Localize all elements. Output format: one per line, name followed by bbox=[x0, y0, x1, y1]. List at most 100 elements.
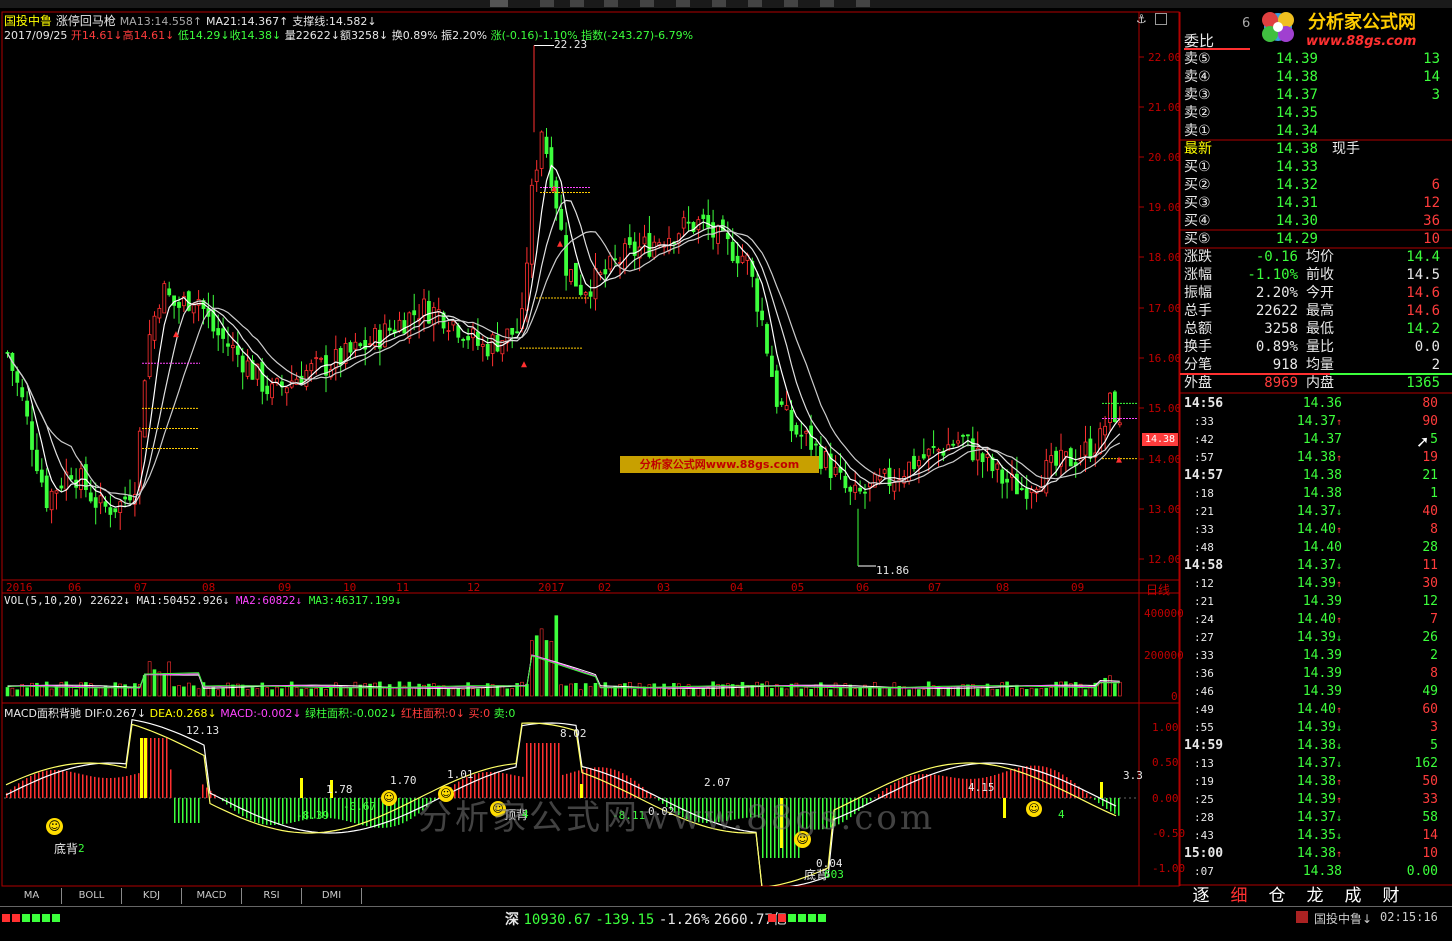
detail-tab-5[interactable]: 财 bbox=[1374, 886, 1408, 906]
candle-body bbox=[544, 136, 549, 154]
time-tick-label: 07 bbox=[134, 581, 148, 594]
macd-label-14: 2 bbox=[78, 842, 85, 855]
candle-body bbox=[284, 387, 289, 394]
time-tick-label: 06 bbox=[68, 581, 82, 594]
volume-ma-line bbox=[7, 654, 1120, 689]
volume-bar bbox=[1005, 681, 1009, 697]
volume-bar bbox=[206, 687, 211, 697]
indicator-tab-ma[interactable]: MA bbox=[2, 888, 62, 904]
status-stock[interactable]: 国投中鲁↓ bbox=[1314, 910, 1372, 927]
volume-bar bbox=[451, 688, 456, 697]
macd-highlight-bar bbox=[144, 738, 147, 798]
moving-average-line bbox=[6, 199, 1121, 505]
candle-body bbox=[495, 335, 500, 352]
candle-body bbox=[319, 357, 324, 360]
candle-body bbox=[260, 361, 265, 392]
time-tick-label: 02 bbox=[598, 581, 612, 594]
volume-bar bbox=[882, 687, 887, 697]
volume-bar bbox=[260, 682, 265, 697]
price-tick-label: 16.00 bbox=[1148, 352, 1182, 365]
volume-bar bbox=[314, 687, 319, 697]
volume-bar bbox=[711, 681, 715, 697]
time-tick-label: 03 bbox=[657, 581, 671, 594]
volume-bar bbox=[226, 682, 230, 697]
macd-dea: DEA:0.268↓ bbox=[149, 707, 217, 720]
candle-body bbox=[226, 343, 230, 347]
vol-header: VOL(5,10,20) 22622↓ MA1:50452.926↓ MA2:6… bbox=[4, 594, 401, 607]
candle-body bbox=[431, 307, 436, 326]
macd-bar bbox=[10, 789, 12, 798]
detail-tab-4[interactable]: 成 bbox=[1336, 886, 1370, 906]
market-index[interactable]: 深 10930.67 -139.15 -1.26% 2660.77亿 bbox=[505, 909, 787, 929]
detail-tab-1[interactable]: 细 bbox=[1222, 886, 1256, 906]
volume-bar bbox=[98, 687, 103, 697]
candle-body bbox=[823, 451, 828, 468]
volume-bar bbox=[662, 683, 666, 697]
detail-tab-2[interactable]: 仓 bbox=[1260, 886, 1294, 906]
candle-body bbox=[309, 363, 314, 372]
candle-body bbox=[784, 405, 789, 411]
volume-bar bbox=[466, 682, 470, 697]
volume-bar bbox=[1039, 688, 1044, 697]
volume-bar bbox=[755, 681, 760, 697]
macd-bar bbox=[42, 771, 44, 798]
volume-tick-label: 400000 bbox=[1144, 607, 1184, 620]
macd-bar bbox=[182, 798, 184, 823]
candle-body bbox=[422, 298, 426, 317]
macd-bar bbox=[34, 774, 36, 798]
period-label[interactable]: 日线 bbox=[1146, 581, 1170, 598]
candle-body bbox=[966, 434, 970, 437]
indicator-tab-kdj[interactable]: KDJ bbox=[122, 888, 182, 904]
candle-body bbox=[681, 217, 686, 229]
stock-name[interactable]: 国投中鲁 bbox=[4, 14, 52, 28]
macd-label-2: 8.02 bbox=[560, 727, 587, 740]
candle-body bbox=[583, 292, 588, 296]
macd-bar bbox=[954, 777, 956, 798]
macd-bar bbox=[1026, 766, 1028, 798]
volume-bar bbox=[221, 688, 225, 697]
macd-bar bbox=[186, 798, 188, 823]
anchor-icon[interactable]: ⚓ bbox=[1136, 12, 1147, 26]
volume-bar bbox=[912, 687, 916, 697]
time-tick-label: 11 bbox=[396, 581, 410, 594]
volume-bar bbox=[863, 684, 867, 697]
candle-body bbox=[1117, 422, 1122, 426]
bar-amplitude: 振2.20% bbox=[441, 29, 488, 42]
volume-bar bbox=[1108, 675, 1112, 697]
candle-body bbox=[951, 443, 956, 446]
candle-body bbox=[230, 344, 235, 349]
macd-highlight-bar bbox=[140, 738, 143, 798]
maximize-icon[interactable] bbox=[1155, 13, 1167, 25]
volume-bar bbox=[593, 682, 598, 697]
alert-icon[interactable] bbox=[1296, 911, 1308, 923]
candle-body bbox=[44, 475, 49, 509]
moving-average-line bbox=[6, 230, 1121, 498]
macd-bar bbox=[378, 798, 380, 828]
macd-bar bbox=[290, 798, 292, 823]
candle-body bbox=[534, 169, 539, 182]
indicator-tab-macd[interactable]: MACD bbox=[182, 888, 242, 904]
macd-bar bbox=[1070, 780, 1072, 798]
indicator-tab-dmi[interactable]: DMI bbox=[302, 888, 362, 904]
indicator-name[interactable]: 涨停回马枪 bbox=[56, 14, 116, 28]
macd-bar bbox=[82, 774, 84, 798]
time-tick-label: 2017 bbox=[538, 581, 565, 594]
detail-tab-0[interactable]: 逐 bbox=[1184, 886, 1218, 906]
volume-bar bbox=[917, 689, 921, 697]
volume-bar bbox=[1049, 687, 1053, 697]
candle-body bbox=[245, 360, 250, 377]
volume-bar bbox=[187, 682, 191, 697]
indicator-tab-boll[interactable]: BOLL bbox=[62, 888, 122, 904]
indicator-tab-rsi[interactable]: RSI bbox=[242, 888, 302, 904]
macd-bar bbox=[62, 770, 64, 798]
candle-body bbox=[1024, 488, 1029, 499]
candle-body bbox=[931, 445, 936, 448]
candlestick-chart[interactable] bbox=[0, 0, 1140, 886]
detail-tab-3[interactable]: 龙 bbox=[1298, 886, 1332, 906]
volume-bar bbox=[1024, 689, 1029, 697]
macd-header: MACD面积背驰 DIF:0.267↓ DEA:0.268↓ MACD:-0.0… bbox=[4, 705, 515, 721]
macd-bar bbox=[1010, 769, 1012, 798]
macd-bar bbox=[54, 769, 56, 798]
bar-amount: 额3258↓ bbox=[340, 29, 389, 42]
macd-bar bbox=[102, 777, 104, 798]
